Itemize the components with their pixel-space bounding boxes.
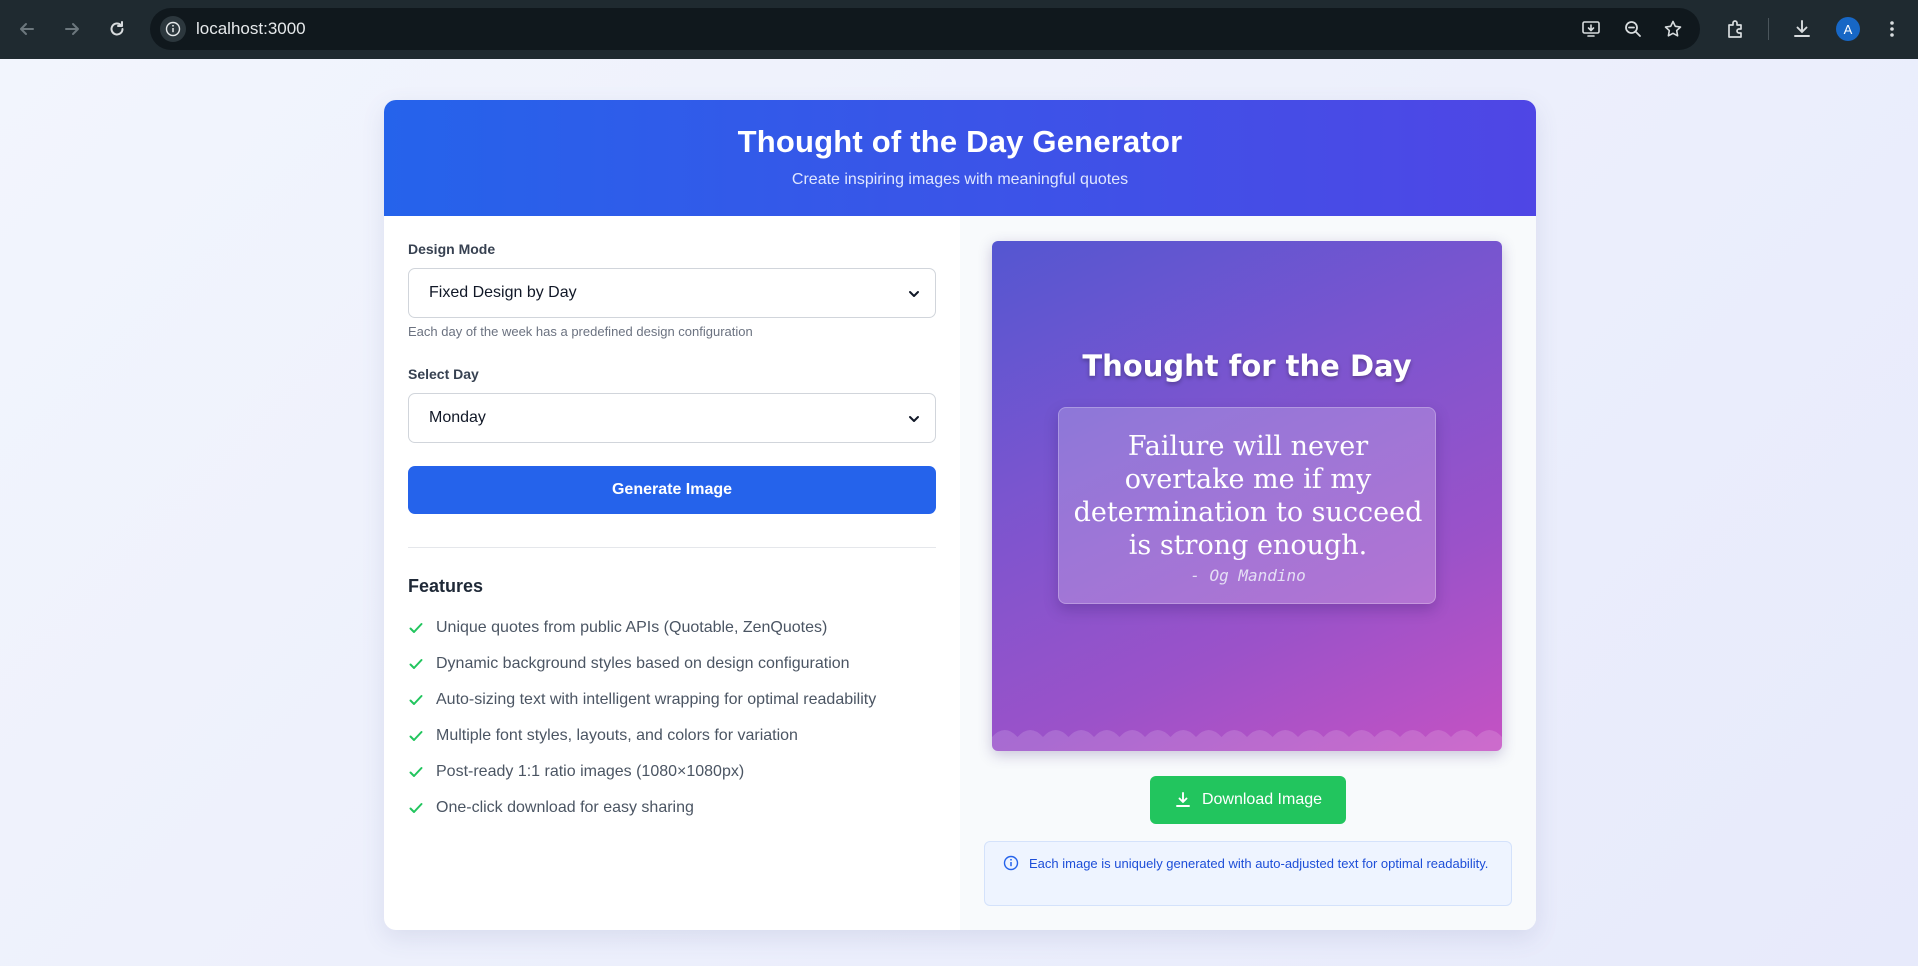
design-mode-select[interactable]: Fixed Design by Day xyxy=(408,268,936,318)
download-label: Download Image xyxy=(1201,791,1323,808)
check-icon xyxy=(409,623,423,633)
page-background: Thought of the Day Generator Create insp… xyxy=(0,59,1918,966)
day-value: Monday xyxy=(429,409,486,426)
feature-item: Unique quotes from public APIs (Quotable… xyxy=(408,617,827,639)
generator-card: Thought of the Day Generator Create insp… xyxy=(384,100,1536,930)
feature-item: Multiple font styles, layouts, and color… xyxy=(408,725,798,747)
feature-text: One-click download for easy sharing xyxy=(436,799,694,816)
reload-icon[interactable] xyxy=(102,14,132,44)
browser-toolbar: localhost:3000 A xyxy=(0,0,1918,59)
quote-author: - Og Mandino xyxy=(1190,566,1306,585)
page-subtitle: Create inspiring images with meaningful … xyxy=(791,171,1129,188)
card-header: Thought of the Day Generator Create insp… xyxy=(384,100,1536,216)
forward-arrow-icon[interactable] xyxy=(57,14,87,44)
back-arrow-icon[interactable] xyxy=(12,14,42,44)
check-icon xyxy=(409,767,423,777)
section-divider xyxy=(408,547,936,548)
url-text[interactable]: localhost:3000 xyxy=(196,19,306,39)
quote-image-preview: Thought for the Day Failure will never o… xyxy=(992,241,1502,751)
page-title: Thought of the Day Generator xyxy=(737,124,1183,159)
profile-avatar[interactable]: A xyxy=(1836,17,1860,41)
wave-decoration xyxy=(992,730,1502,751)
download-image-button[interactable]: Download Image xyxy=(1150,776,1346,824)
feature-text: Unique quotes from public APIs (Quotable… xyxy=(436,619,828,636)
address-bar[interactable]: localhost:3000 xyxy=(150,8,1700,50)
day-select[interactable]: Monday xyxy=(408,393,936,443)
preview-panel: Thought for the Day Failure will never o… xyxy=(960,216,1536,930)
quote-box: Failure will never overtake me if my det… xyxy=(1058,407,1436,604)
feature-text: Auto-sizing text with intelligent wrappi… xyxy=(436,691,877,708)
check-icon xyxy=(409,803,423,813)
feature-item: One-click download for easy sharing xyxy=(408,797,694,819)
select-day-label: Select Day xyxy=(408,366,479,382)
feature-item: Dynamic background styles based on desig… xyxy=(408,653,850,675)
zoom-icon[interactable] xyxy=(1622,18,1644,40)
chevron-down-icon xyxy=(909,416,919,422)
install-app-icon[interactable] xyxy=(1580,18,1602,40)
check-icon xyxy=(409,731,423,741)
feature-item: Post-ready 1:1 ratio images (1080×1080px… xyxy=(408,761,744,783)
generate-image-button[interactable]: Generate Image xyxy=(408,466,936,514)
design-mode-hint: Each day of the week has a predefined de… xyxy=(408,324,753,339)
site-info-icon[interactable] xyxy=(160,16,186,42)
extensions-icon[interactable] xyxy=(1724,17,1748,41)
info-icon xyxy=(1003,855,1019,871)
chevron-down-icon xyxy=(909,291,919,297)
downloads-icon[interactable] xyxy=(1790,17,1814,41)
toolbar-separator xyxy=(1768,18,1769,40)
info-note: Each image is uniquely generated with au… xyxy=(984,841,1512,906)
design-mode-label: Design Mode xyxy=(408,241,496,257)
quote-text: Failure will never overtake me if my det… xyxy=(1073,431,1423,561)
menu-kebab-icon[interactable] xyxy=(1880,17,1904,41)
info-text: Each image is uniquely generated with au… xyxy=(1029,856,1489,871)
feature-text: Dynamic background styles based on desig… xyxy=(436,655,850,672)
check-icon xyxy=(409,659,423,669)
features-title: Features xyxy=(408,576,484,596)
feature-item: Auto-sizing text with intelligent wrappi… xyxy=(408,689,876,711)
bookmark-star-icon[interactable] xyxy=(1662,18,1684,40)
download-icon xyxy=(1176,792,1190,807)
feature-text: Multiple font styles, layouts, and color… xyxy=(436,727,798,744)
feature-text: Post-ready 1:1 ratio images (1080×1080px… xyxy=(436,763,745,780)
check-icon xyxy=(409,695,423,705)
design-mode-value: Fixed Design by Day xyxy=(429,284,577,301)
quote-image-title: Thought for the Day xyxy=(1082,349,1412,383)
